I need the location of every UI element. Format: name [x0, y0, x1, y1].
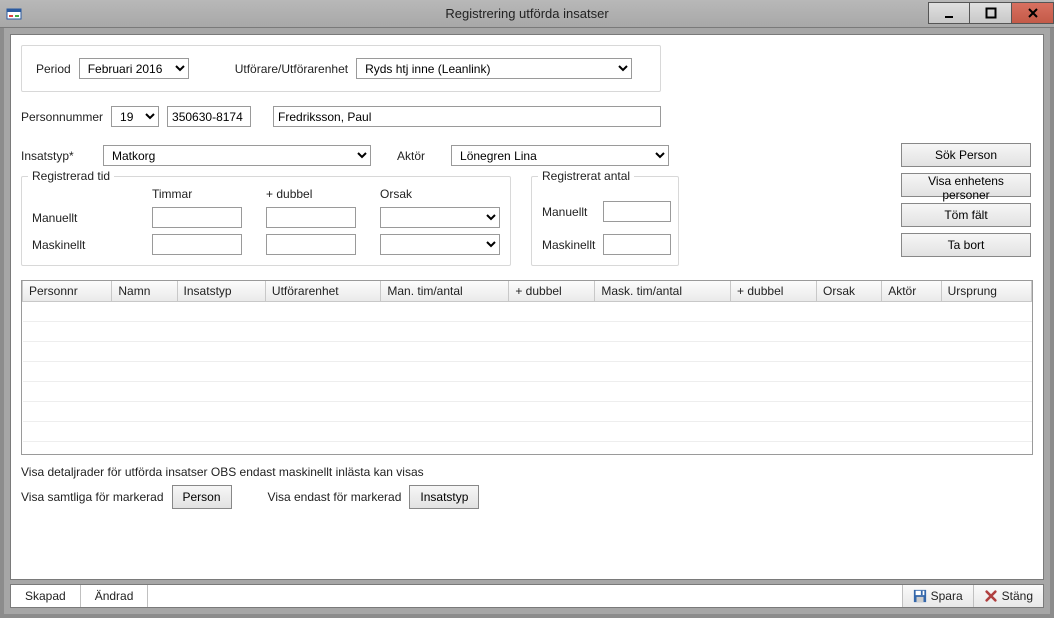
detail-row: Visa samtliga för markerad Person Visa e…: [21, 485, 1033, 509]
table-header[interactable]: Utförarenhet: [265, 281, 380, 302]
insats-row: Insatstyp* Matkorg Aktör Lönegren Lina: [21, 145, 1033, 166]
table-header[interactable]: Orsak: [817, 281, 882, 302]
period-panel: Period Februari 2016 Utförare/Utförarenh…: [21, 45, 661, 92]
utforare-select[interactable]: Ryds htj inne (Leanlink): [356, 58, 632, 79]
maskinellt-orsak-select[interactable]: [380, 234, 500, 255]
aktor-select[interactable]: Lönegren Lina: [451, 145, 669, 166]
period-label: Period: [36, 62, 71, 76]
visa-enhet-button[interactable]: Visa enhetens personer: [901, 173, 1031, 197]
table-header[interactable]: Man. tim/antal: [381, 281, 509, 302]
manuellt-antal-label: Manuellt: [542, 205, 595, 219]
personnummer-label: Personnummer: [21, 110, 103, 124]
visa-samtliga-label: Visa samtliga för markerad: [21, 490, 164, 504]
visa-endast-label: Visa endast för markerad: [268, 490, 402, 504]
detail-insatstyp-button[interactable]: Insatstyp: [409, 485, 479, 509]
detail-note: Visa detaljrader för utförda insatser OB…: [21, 465, 1033, 479]
insatstyp-select[interactable]: Matkorg: [103, 145, 371, 166]
titlebar: Registrering utförda insatser: [0, 0, 1054, 28]
manuellt-tid-label: Manuellt: [32, 211, 138, 225]
window-title: Registrering utförda insatser: [0, 6, 1054, 21]
maximize-button[interactable]: [970, 2, 1012, 24]
client-area: Period Februari 2016 Utförare/Utförarenh…: [4, 28, 1050, 614]
minimize-button[interactable]: [928, 2, 970, 24]
detail-person-button[interactable]: Person: [172, 485, 232, 509]
person-name-input: [273, 106, 661, 127]
close-button[interactable]: [1012, 2, 1054, 24]
maskinellt-dubbel-input[interactable]: [266, 234, 356, 255]
dubbel-header: + dubbel: [266, 187, 366, 201]
manuellt-timmar-input[interactable]: [152, 207, 242, 228]
status-andrad: Ändrad: [81, 585, 149, 607]
maskinellt-timmar-input[interactable]: [152, 234, 242, 255]
insatstyp-label: Insatstyp*: [21, 149, 95, 163]
spara-button[interactable]: Spara: [902, 585, 973, 607]
app-icon: [6, 6, 22, 22]
personnummer-input[interactable]: [167, 106, 251, 127]
status-skapad: Skapad: [11, 585, 81, 607]
maskinellt-tid-label: Maskinellt: [32, 238, 138, 252]
right-action-panel: Sök Person Visa enhetens personer Töm fä…: [901, 143, 1031, 257]
orsak-header: Orsak: [380, 187, 500, 201]
maskinellt-antal-input[interactable]: [603, 234, 671, 255]
main-form: Period Februari 2016 Utförare/Utförarenh…: [10, 34, 1044, 580]
maskinellt-antal-label: Maskinellt: [542, 238, 595, 252]
stang-button[interactable]: Stäng: [973, 585, 1043, 607]
century-select[interactable]: 19: [111, 106, 159, 127]
timmar-header: Timmar: [152, 187, 252, 201]
save-icon: [913, 589, 927, 603]
manuellt-antal-input[interactable]: [603, 201, 671, 222]
tid-legend: Registrerad tid: [28, 169, 114, 183]
insats-table[interactable]: PersonnrNamnInsatstypUtförarenhetMan. ti…: [21, 280, 1033, 455]
antal-legend: Registrerat antal: [538, 169, 634, 183]
aktor-label: Aktör: [397, 149, 425, 163]
table-header[interactable]: + dubbel: [509, 281, 595, 302]
person-row: Personnummer 19: [21, 106, 1033, 127]
ta-bort-button[interactable]: Ta bort: [901, 233, 1031, 257]
utforare-label: Utförare/Utförarenhet: [235, 62, 348, 76]
registrerat-antal-group: Registrerat antal Manuellt Maskinellt: [531, 176, 679, 266]
status-bar: Skapad Ändrad Spara Stäng: [10, 584, 1044, 608]
spara-label: Spara: [931, 589, 963, 603]
manuellt-orsak-select[interactable]: [380, 207, 500, 228]
table-header[interactable]: Mask. tim/antal: [595, 281, 731, 302]
stang-label: Stäng: [1002, 589, 1033, 603]
table-header[interactable]: Personnr: [23, 281, 112, 302]
manuellt-dubbel-input[interactable]: [266, 207, 356, 228]
table-header[interactable]: Namn: [112, 281, 177, 302]
table-header[interactable]: Aktör: [882, 281, 941, 302]
sok-person-button[interactable]: Sök Person: [901, 143, 1031, 167]
tom-falt-button[interactable]: Töm fält: [901, 203, 1031, 227]
table-header[interactable]: Insatstyp: [177, 281, 265, 302]
close-icon: [984, 589, 998, 603]
table-header[interactable]: Ursprung: [941, 281, 1031, 302]
period-select[interactable]: Februari 2016: [79, 58, 189, 79]
registrerad-tid-group: Registrerad tid Timmar + dubbel Orsak Ma…: [21, 176, 511, 266]
table-header[interactable]: + dubbel: [731, 281, 817, 302]
